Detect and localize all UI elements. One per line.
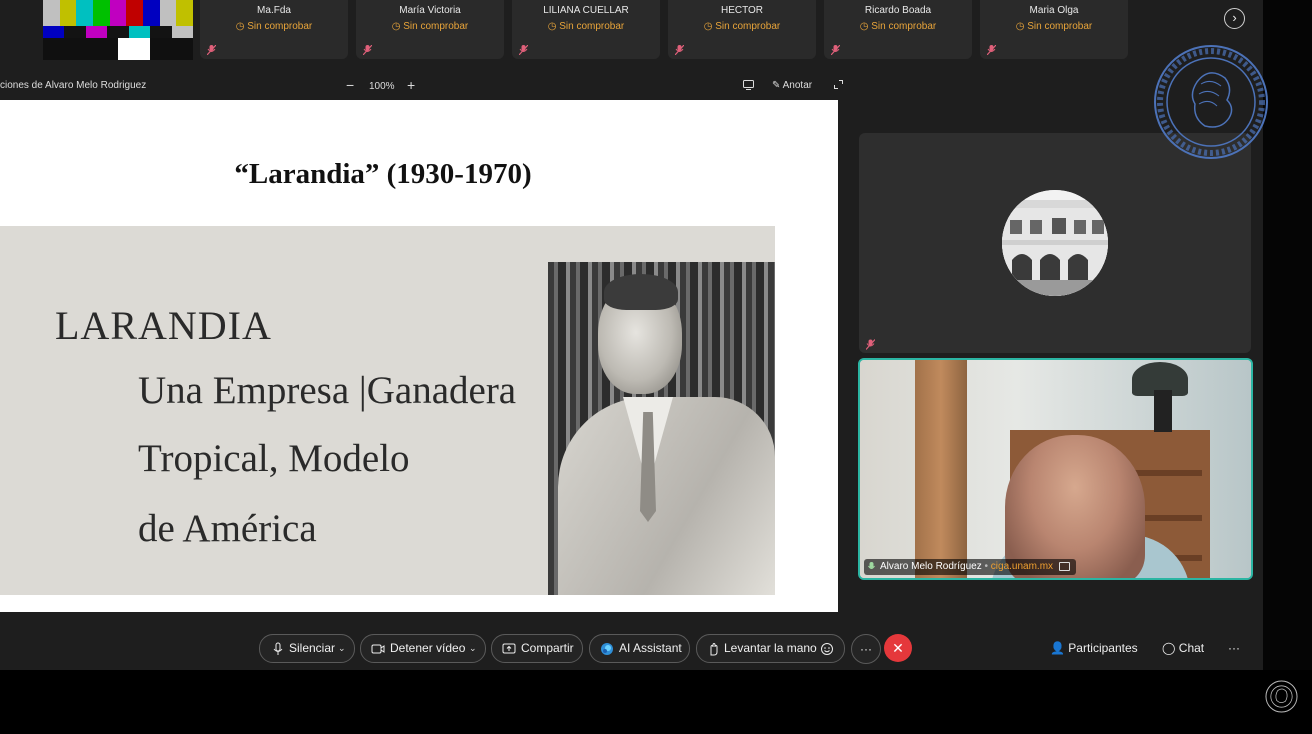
seal-watermark-logo	[1154, 45, 1268, 159]
participant-tile[interactable]: María Victoria ◷ Sin comprobar	[356, 0, 504, 59]
verification-status: ◷ Sin comprobar	[703, 21, 781, 32]
expand-icon	[834, 80, 843, 89]
expand-button[interactable]	[834, 80, 843, 92]
verification-status: ◷ Sin comprobar	[391, 21, 469, 32]
active-speaker-video[interactable]: Alvaro Melo Rodríguez • ciga.unam.mx	[858, 358, 1253, 580]
participant-name: María Victoria	[399, 5, 461, 16]
participant-tile[interactable]: Ma.Fda ◷ Sin comprobar	[200, 0, 348, 59]
ai-assistant-icon	[601, 643, 613, 655]
mic-muted-icon	[831, 45, 840, 55]
verification-status: ◷ Sin comprobar	[1015, 21, 1093, 32]
zoom-level[interactable]: 100%	[369, 81, 395, 92]
mic-muted-icon	[675, 45, 684, 55]
ai-assistant-button[interactable]: AI Assistant	[589, 634, 690, 663]
view-options-button[interactable]	[743, 80, 754, 93]
participant-tile[interactable]: Maria Olga ◷ Sin comprobar	[980, 0, 1128, 59]
color-bars-video[interactable]	[43, 0, 193, 60]
sharing-screen-icon	[1058, 561, 1070, 571]
seal-small-logo	[1265, 680, 1298, 713]
bottom-margin	[0, 670, 1312, 734]
participant-tile[interactable]: HECTOR ◷ Sin comprobar	[668, 0, 816, 59]
participants-button[interactable]: 👤 Participantes	[1050, 641, 1138, 655]
share-header: ciones de Alvaro Melo Rodriguez − 100% +…	[0, 72, 850, 98]
chevron-right-icon: ›	[1232, 10, 1237, 25]
reactions-icon	[821, 643, 833, 655]
meeting-window: Ma.Fda ◷ Sin comprobar María Victoria ◷ …	[0, 0, 1263, 670]
participant-filmstrip: Ma.Fda ◷ Sin comprobar María Victoria ◷ …	[0, 0, 1263, 60]
mic-muted-icon	[363, 45, 372, 55]
participant-name: Ma.Fda	[257, 5, 291, 16]
participant-name: Maria Olga	[1029, 5, 1079, 16]
share-button[interactable]: Compartir	[491, 634, 583, 663]
more-options-button[interactable]: ···	[851, 634, 881, 664]
verification-status: ◷ Sin comprobar	[547, 21, 625, 32]
participant-name: HECTOR	[720, 5, 764, 16]
zoom-out-button[interactable]: −	[346, 77, 354, 93]
slide-photo: LARANDIA Una Empresa |Ganadera Tropical,…	[0, 226, 775, 595]
participant-tile[interactable]: LILIANA CUELLAR ◷ Sin comprobar	[512, 0, 660, 59]
right-margin	[1263, 0, 1312, 670]
annotate-button[interactable]: ✎ Anotar	[772, 80, 812, 91]
mic-muted-icon	[866, 339, 875, 350]
photo-text-line: LARANDIA	[55, 303, 272, 348]
share-screen-icon	[502, 643, 516, 654]
hand-icon	[710, 642, 718, 656]
photo-text-line: Una Empresa |Ganadera	[138, 369, 517, 412]
participant-name: LILIANA CUELLAR	[543, 5, 629, 16]
speaker-organization: ciga.unam.mx	[990, 561, 1054, 572]
raise-hand-button[interactable]: Levantar la mano	[696, 634, 845, 663]
chevron-down-icon: ⌄	[338, 643, 346, 653]
mic-muted-icon	[207, 45, 216, 55]
participant-name: Ricardo Boada	[864, 5, 932, 16]
photo-text-line: de América	[138, 507, 317, 550]
verification-status: ◷ Sin comprobar	[235, 21, 313, 32]
chevron-down-icon: ⌄	[469, 643, 477, 653]
stop-video-button[interactable]: Detener vídeo ⌄	[360, 634, 486, 663]
people-icon: 👤	[1050, 641, 1065, 655]
photo-text-line: Tropical, Modelo	[138, 437, 410, 480]
name-separator: •	[984, 561, 989, 572]
overflow-menu-button[interactable]: ···	[1228, 641, 1240, 655]
verification-status: ◷ Sin comprobar	[859, 21, 937, 32]
chat-bubble-icon: ◯	[1162, 641, 1176, 655]
man-portrait	[548, 262, 775, 595]
chat-button[interactable]: ◯ Chat	[1162, 641, 1204, 655]
mute-button[interactable]: Silenciar ⌄	[259, 634, 355, 663]
close-icon: ✕	[892, 640, 904, 656]
mic-muted-icon	[987, 45, 996, 55]
participant-tile[interactable]: Ricardo Boada ◷ Sin comprobar	[824, 0, 972, 59]
mic-icon	[868, 562, 875, 569]
leave-meeting-button[interactable]: ✕	[884, 634, 912, 662]
filmstrip-next-button[interactable]: ›	[1224, 8, 1245, 29]
video-camera-icon	[371, 644, 385, 654]
speaker-name-label: Alvaro Melo Rodríguez • ciga.unam.mx	[864, 559, 1076, 575]
shared-slide: “Larandia” (1930-1970) LARANDIA Una Empr…	[0, 100, 838, 612]
zoom-in-button[interactable]: +	[407, 77, 415, 93]
mic-muted-icon	[519, 45, 528, 55]
participant-video-tile[interactable]	[859, 133, 1251, 353]
speaker-name: Alvaro Melo Rodríguez	[880, 561, 982, 572]
slide-title: “Larandia” (1930-1970)	[234, 158, 532, 190]
building-avatar	[1002, 190, 1108, 296]
microphone-icon	[273, 642, 283, 655]
monitor-icon	[743, 80, 754, 90]
pen-icon: ✎	[772, 80, 781, 91]
share-title: ciones de Alvaro Melo Rodriguez	[0, 80, 147, 91]
